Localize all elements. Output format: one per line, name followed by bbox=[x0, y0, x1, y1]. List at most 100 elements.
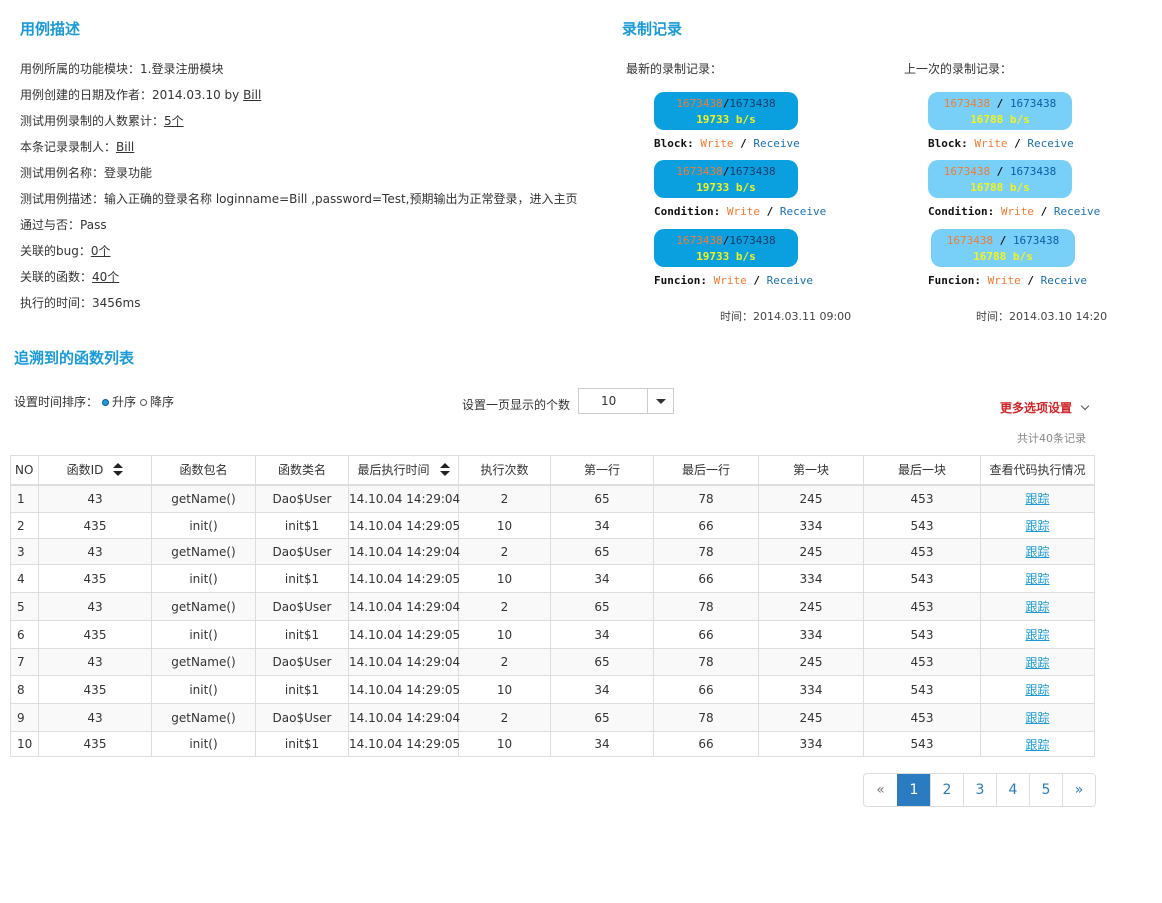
rate-value: 19733 b/s bbox=[696, 250, 756, 263]
trace-link[interactable]: 跟踪 bbox=[1025, 738, 1049, 752]
trace-link[interactable]: 跟踪 bbox=[1025, 600, 1049, 614]
trace-link[interactable]: 跟踪 bbox=[1025, 572, 1049, 586]
description-link[interactable]: 0个 bbox=[91, 244, 111, 258]
table-cell: 543 bbox=[863, 620, 981, 649]
table-cell: getName() bbox=[151, 648, 256, 676]
pagination-next[interactable]: » bbox=[1062, 774, 1095, 806]
table-cell: 65 bbox=[550, 703, 654, 732]
receive-link[interactable]: Receive bbox=[1027, 137, 1073, 150]
trace-link[interactable]: 跟踪 bbox=[1025, 656, 1049, 670]
radio-desc-icon[interactable] bbox=[140, 398, 148, 406]
table-cell: 334 bbox=[758, 620, 864, 649]
write-link[interactable]: Write bbox=[1001, 205, 1034, 218]
receive-link[interactable]: Receive bbox=[753, 137, 799, 150]
previous-record-heading: 上一次的录制记录： bbox=[904, 62, 1013, 76]
description-link[interactable]: 40个 bbox=[92, 270, 119, 284]
record-key: Condition bbox=[654, 205, 714, 218]
table-cell: 2 bbox=[458, 484, 551, 513]
table-cell: getName() bbox=[151, 703, 256, 732]
record-colon: : bbox=[987, 205, 995, 218]
label-slash: / bbox=[1027, 274, 1034, 287]
description-label: 用例所属的功能模块： bbox=[20, 62, 141, 76]
table-cell: init() bbox=[151, 512, 256, 539]
pagination-page[interactable]: 1 bbox=[897, 774, 930, 806]
latest-record-heading: 最新的录制记录： bbox=[626, 62, 723, 76]
sort-asc-label[interactable]: 升序 bbox=[112, 395, 136, 409]
table-cell: 34 bbox=[550, 512, 654, 539]
previous-pill-label: Condition: Write / Receive bbox=[928, 205, 1100, 218]
table-row: 9 43 getName() Dao$User 14.10.04 14:29:04 2 65… bbox=[10, 703, 1095, 732]
table-cell: 66 bbox=[653, 675, 759, 704]
pagination-page[interactable]: 5 bbox=[1029, 774, 1062, 806]
pagination-prev[interactable]: « bbox=[864, 774, 897, 806]
trace-link[interactable]: 跟踪 bbox=[1025, 545, 1049, 559]
sort-desc-label[interactable]: 降序 bbox=[150, 395, 174, 409]
receive-count: 1673438 bbox=[729, 165, 776, 178]
table-cell: Dao$User bbox=[255, 538, 349, 565]
write-link[interactable]: Write bbox=[988, 274, 1021, 287]
pagination-page[interactable]: 2 bbox=[930, 774, 963, 806]
description-value: 1.登录注册模块 bbox=[140, 62, 224, 76]
table-cell: 453 bbox=[863, 592, 981, 621]
trace-link[interactable]: 跟踪 bbox=[1025, 683, 1049, 697]
column-header-label: 最后一行 bbox=[681, 463, 730, 478]
write-link[interactable]: Write bbox=[727, 205, 760, 218]
write-link[interactable]: Write bbox=[714, 274, 747, 287]
perpage-select[interactable]: 10 bbox=[578, 388, 674, 414]
table-cell: 10 bbox=[10, 731, 39, 757]
latest-pill: 1673438/1673438 19733 b/s bbox=[654, 229, 798, 267]
table-cell: Dao$User bbox=[255, 484, 349, 513]
trace-link[interactable]: 跟踪 bbox=[1025, 711, 1049, 725]
table-cell: 14.10.04 14:29:04 bbox=[348, 592, 460, 621]
table-cell: 543 bbox=[863, 675, 981, 704]
write-link[interactable]: Write bbox=[974, 137, 1007, 150]
table-cell: init$1 bbox=[255, 564, 349, 593]
trace-link[interactable]: 跟踪 bbox=[1025, 492, 1049, 506]
perpage-dropdown-button[interactable] bbox=[647, 389, 673, 413]
table-cell: 543 bbox=[863, 512, 981, 539]
column-header: 第一行 bbox=[550, 455, 654, 486]
table-cell: 43 bbox=[38, 592, 152, 621]
write-link[interactable]: Write bbox=[700, 137, 733, 150]
table-row: 10 435 init() init$1 14.10.04 14:29:05 10 34 66… bbox=[10, 731, 1095, 757]
perpage-value: 10 bbox=[601, 394, 617, 408]
label-slash: / bbox=[753, 274, 760, 287]
radio-asc-icon[interactable] bbox=[102, 398, 110, 406]
more-options-button[interactable]: 更多选项设置 bbox=[1000, 399, 1090, 416]
table-cell: 65 bbox=[550, 592, 654, 621]
record-colon: : bbox=[713, 205, 721, 218]
description-value: 输入正确的登录名称 loginname=Bill ,password=Test,… bbox=[104, 192, 578, 206]
column-header-label: 最后执行时间 bbox=[357, 463, 430, 478]
table-cell: Dao$User bbox=[255, 648, 349, 676]
pagination-page[interactable]: 4 bbox=[996, 774, 1029, 806]
receive-link[interactable]: Receive bbox=[780, 205, 826, 218]
table-cell: 跟踪 bbox=[980, 538, 1095, 565]
receive-count: 1673438 bbox=[1012, 234, 1060, 247]
trace-link[interactable]: 跟踪 bbox=[1025, 628, 1049, 642]
table-cell: 453 bbox=[863, 703, 981, 732]
pagination-page[interactable]: 3 bbox=[963, 774, 996, 806]
receive-link[interactable]: Receive bbox=[767, 274, 813, 287]
column-header: 最后一块 bbox=[863, 455, 981, 486]
table-cell: 43 bbox=[38, 484, 152, 513]
record-colon: : bbox=[687, 137, 694, 150]
description-link[interactable]: 5个 bbox=[164, 114, 184, 128]
table-cell: 7 bbox=[10, 648, 39, 676]
sort-icon[interactable] bbox=[113, 463, 124, 477]
table-cell: 435 bbox=[38, 564, 152, 593]
table-cell: 14.10.04 14:29:05 bbox=[348, 731, 460, 757]
sort-icon[interactable] bbox=[439, 463, 450, 477]
record-key: Condition bbox=[928, 205, 988, 218]
description-label: 执行的时间： bbox=[20, 296, 93, 310]
write-count: 1673438 bbox=[946, 234, 994, 247]
record-key: Funcion bbox=[654, 274, 701, 287]
column-header: 最后执行时间 bbox=[348, 455, 459, 486]
receive-link[interactable]: Receive bbox=[1054, 205, 1100, 218]
previous-pill: 1673438 / 1673438 16788 b/s bbox=[928, 160, 1072, 198]
table-cell: 65 bbox=[550, 648, 654, 676]
description-link[interactable]: Bill bbox=[243, 88, 261, 102]
trace-link[interactable]: 跟踪 bbox=[1025, 519, 1049, 533]
receive-link[interactable]: Receive bbox=[1041, 274, 1087, 287]
latest-pill-label: Funcion: Write / Receive bbox=[654, 274, 813, 287]
description-link[interactable]: Bill bbox=[116, 140, 134, 154]
